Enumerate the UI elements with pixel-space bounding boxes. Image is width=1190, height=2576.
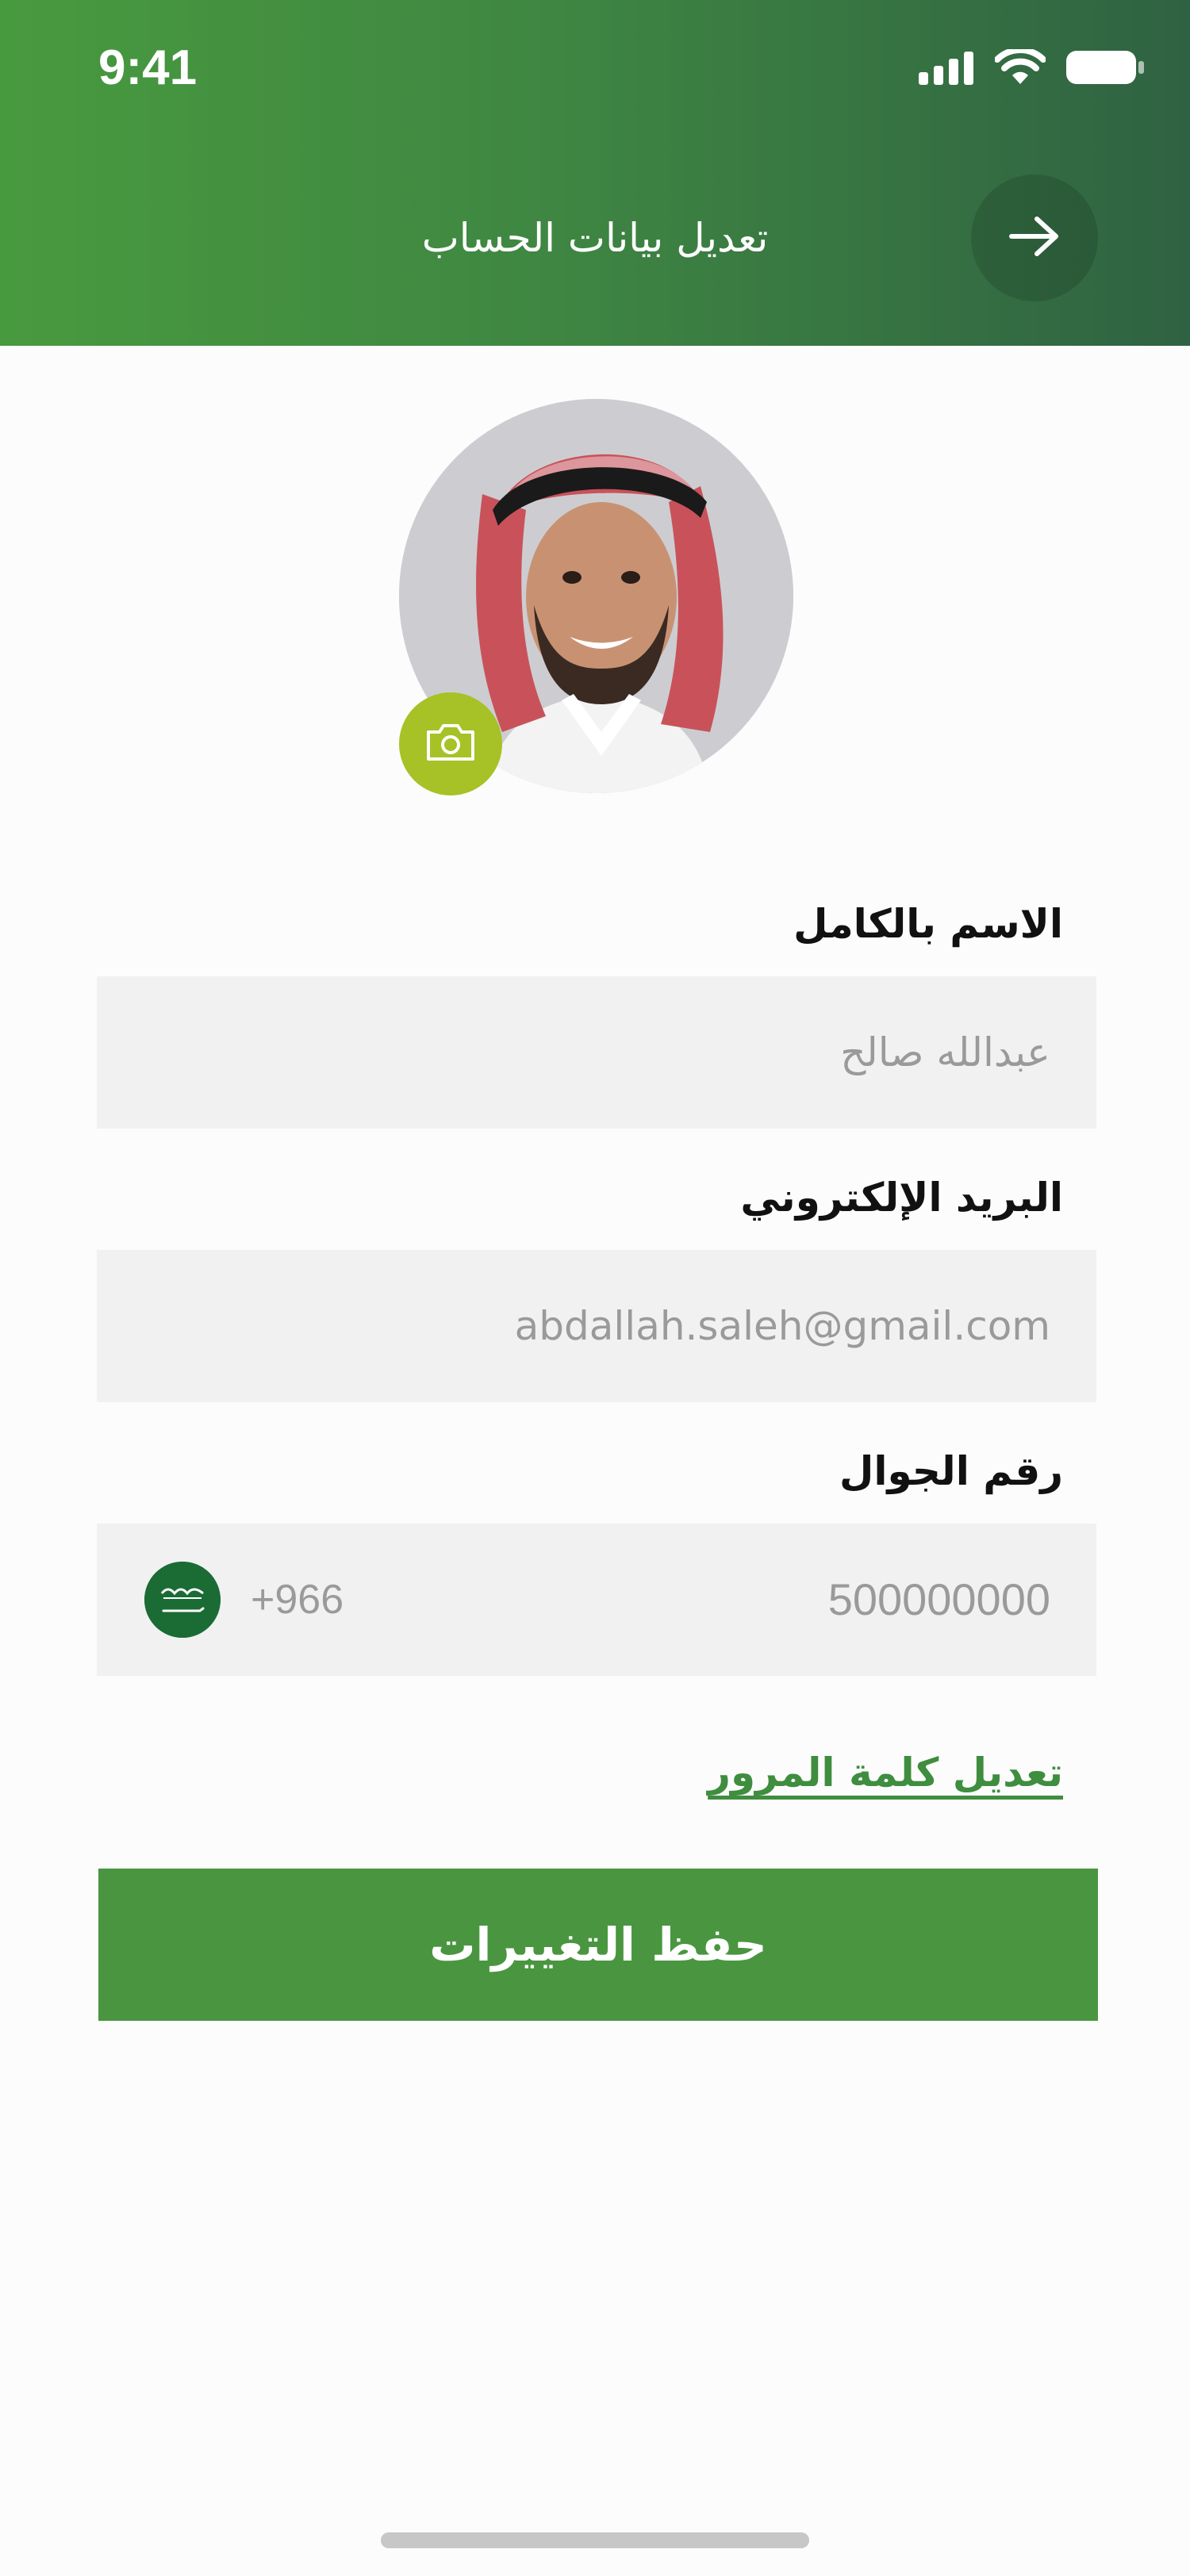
home-indicator xyxy=(381,2532,809,2548)
save-changes-button[interactable]: حفظ التغييرات xyxy=(98,1869,1098,2021)
country-selector[interactable]: +966 xyxy=(144,1562,344,1638)
phone-field[interactable]: +966 500000000 xyxy=(97,1524,1096,1676)
full-name-field[interactable]: عبدالله صالح xyxy=(97,976,1096,1129)
saudi-flag-icon xyxy=(144,1562,221,1638)
wifi-icon xyxy=(994,47,1046,89)
email-label: البريد الإلكتروني xyxy=(740,1175,1063,1221)
signal-icon xyxy=(919,50,976,88)
arrow-right-icon xyxy=(1007,213,1062,263)
phone-value: 500000000 xyxy=(827,1574,1050,1624)
full-name-value: عبدالله صالح xyxy=(840,1029,1050,1075)
full-name-label: الاسم بالكامل xyxy=(793,901,1063,947)
email-field[interactable]: abdallah.saleh@gmail.com xyxy=(97,1250,1096,1402)
status-icons xyxy=(919,47,1146,89)
change-photo-button[interactable] xyxy=(399,692,502,795)
back-button[interactable] xyxy=(971,174,1098,301)
app-header: 9:41 تعديل بيانات الحساب xyxy=(0,0,1190,346)
country-code: +966 xyxy=(251,1577,344,1623)
phone-label: رقم الجوال xyxy=(839,1448,1063,1494)
status-time: 9:41 xyxy=(98,40,198,95)
email-value: abdallah.saleh@gmail.com xyxy=(514,1303,1050,1349)
battery-icon xyxy=(1065,49,1146,89)
change-password-link[interactable]: تعديل كلمة المرور xyxy=(708,1741,1063,1804)
camera-icon xyxy=(424,721,478,767)
